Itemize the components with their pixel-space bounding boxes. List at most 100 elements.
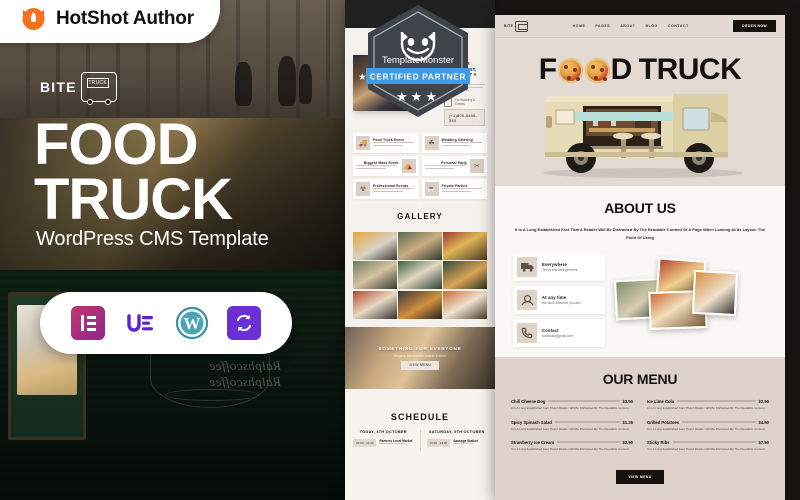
certified-stars: ★★★ (396, 89, 440, 104)
about-card-title: Contact (542, 327, 559, 333)
menu-heading: OUR MENU (602, 371, 678, 388)
menu-column-left: Chili Cheese Dog $3.50 It Is A Long Esta… (511, 399, 633, 461)
gallery-item[interactable] (353, 231, 397, 260)
right-preview-panel[interactable]: BITE HOME PAGES ABOUT BLOG CONTACT ORDER… (495, 15, 785, 500)
promo-title: SOMETHING FOR EVERYONE (378, 345, 462, 351)
about-card-anytime[interactable]: At any time We drive wherever you are! (513, 286, 605, 315)
schedule-day-label: SATURDAY, 5TH OCTOBER (428, 429, 485, 434)
about-photo-collage (613, 253, 767, 331)
serving-icon: ☕ (424, 181, 439, 196)
nav-item-about[interactable]: ABOUT (620, 24, 635, 28)
menu-item[interactable]: Spicy Spinach Salad $1.25 It Is A Long E… (511, 420, 633, 432)
nav-item-home[interactable]: HOME (573, 24, 586, 28)
hero-word-truck: TRUCK (638, 53, 742, 86)
gallery-item[interactable] (398, 231, 442, 260)
site-logo-word: BITE (504, 24, 514, 28)
truck-icon (517, 257, 537, 278)
feature-card[interactable]: ☕ Private Parties (421, 178, 487, 199)
schedule-section: SCHEDULE TODAY, 4TH OCTOBER 09:00 - 11:0… (345, 388, 495, 500)
background-script-text: Ralphscoffee Ralphscoffee (209, 358, 281, 389)
bite-truck-logo: BITE TRUCK (40, 72, 117, 105)
menu-item[interactable]: Strawberry Ice Cream $2.50 It Is A Long … (511, 440, 633, 452)
pedestrian-silhouette (235, 62, 252, 106)
preview-navbar: BITE HOME PAGES ABOUT BLOG CONTACT ORDER… (495, 15, 785, 38)
feature-card[interactable]: 🚚 Food Truck Event (353, 132, 419, 153)
menu-item-price: $4.50 (758, 419, 769, 425)
elementor-icon (71, 306, 105, 340)
hero-word-f: F (538, 53, 557, 86)
menu-item-name: Spicy Spinach Salad (511, 419, 552, 425)
svg-text:W: W (184, 314, 201, 333)
menu-leader-line (557, 441, 620, 443)
menu-leader-line (554, 421, 620, 423)
site-logo[interactable]: BITE (504, 20, 529, 32)
menu-item[interactable]: Chili Cheese Dog $3.50 It Is A Long Esta… (511, 399, 633, 411)
menu-item-price: $2.50 (758, 399, 769, 405)
menu-item-desc: It Is A Long Established Fact That A Rea… (647, 406, 766, 411)
feature-card[interactable]: ✂ Personal Party (421, 155, 487, 176)
schedule-day-column: SATURDAY, 5TH OCTOBER 10:00 - 14:00 Saus… (419, 429, 488, 451)
gallery-item[interactable] (398, 261, 442, 290)
feature-card[interactable]: ☢ Professional Events (353, 178, 419, 199)
menu-leader-line (548, 400, 620, 402)
wedding-cake-icon: ☘ (424, 135, 439, 150)
about-card-title: Everywhere (542, 261, 568, 267)
pizza-icon (557, 57, 583, 83)
menu-item[interactable]: Ice Lime Cola $2.50 It Is A Long Establi… (647, 399, 769, 411)
about-card-everywhere[interactable]: Everywhere Tell us and we'll get there (513, 253, 605, 282)
menu-item-desc: It Is A Long Established Fact That A Rea… (647, 447, 766, 452)
certified-brand-text: TemplateMonster (382, 54, 454, 65)
menu-item-price: $7.50 (758, 440, 769, 446)
bite-logo-truck-label: TRUCK (86, 78, 109, 88)
about-heading: ABOUT US (604, 200, 676, 216)
tent-icon: ⛺ (401, 158, 416, 173)
menu-item[interactable]: Grilled Potatoes $4.50 It Is A Long Esta… (647, 420, 769, 432)
hero-subtitle: WordPress CMS Template (36, 228, 269, 250)
menu-item-name: Grilled Potatoes (647, 419, 680, 425)
gallery-grid (345, 228, 495, 319)
collage-photo (691, 270, 739, 317)
phone-icon (517, 323, 537, 344)
view-menu-button[interactable]: VIEW MENU (616, 470, 664, 485)
schedule-heading: SCHEDULE (390, 411, 450, 422)
menu-leader-line (672, 441, 756, 443)
about-card-contact[interactable]: Contact foodtruck@gmail.com (513, 319, 605, 348)
nav-item-pages[interactable]: PAGES (595, 24, 610, 28)
nav-item-blog[interactable]: BLOG (645, 24, 657, 28)
menu-item-name: Strawberry Ice Cream (511, 440, 555, 446)
hotshot-author-badge: HotShot Author (0, 0, 220, 43)
menu-item-desc: It Is A Long Established Fact That A Rea… (511, 426, 630, 431)
promo-banner: SOMETHING FOR EVERYONE Burgers, sandwich… (345, 326, 495, 389)
certified-partner-badge: TemplateMonster ★ CERTIFIED PARTNER ★ ★★… (358, 5, 476, 117)
menu-column-right: Ice Lime Cola $2.50 It Is A Long Establi… (647, 399, 769, 461)
promo-button[interactable]: VIEW MENU (400, 360, 440, 370)
gallery-item[interactable] (398, 290, 442, 319)
menu-item-desc: It Is A Long Established Fact That A Rea… (511, 447, 630, 452)
about-card-title: At any time (542, 294, 567, 300)
wordpress-icon: W (175, 306, 209, 340)
screenshot-stage: Ralphscoffee Ralphscoffee BITE TRUCK FOOD… (0, 0, 800, 500)
menu-leader-line (682, 421, 756, 423)
sync-refresh-icon (227, 306, 261, 340)
order-now-button[interactable]: ORDER NOW (732, 20, 776, 32)
hotshot-author-label: HotShot Author (56, 7, 194, 29)
about-card-list: Everywhere Tell us and we'll get there A… (513, 253, 605, 348)
left-hero-panel: Ralphscoffee Ralphscoffee BITE TRUCK FOOD… (0, 0, 345, 500)
gallery-item[interactable] (353, 261, 397, 290)
gallery-item[interactable] (443, 231, 487, 260)
gallery-item[interactable] (443, 261, 487, 290)
feature-card[interactable]: ☘ Wedding Catering (421, 132, 487, 153)
menu-item[interactable]: Sticky Ribs $7.50 It Is A Long Establish… (647, 440, 769, 452)
menu-item-price: $3.50 (622, 399, 633, 405)
schedule-day-label: TODAY, 4TH OCTOBER (359, 429, 407, 434)
menu-item-name: Sticky Ribs (647, 440, 670, 446)
feature-card[interactable]: ⛺ Biggest Mass Event (353, 155, 419, 176)
about-card-desc: We drive wherever you are! (542, 301, 581, 306)
gallery-item[interactable] (353, 290, 397, 319)
food-truck-icon: TRUCK (80, 72, 117, 105)
hero-title-line2: TRUCK (34, 166, 233, 232)
gallery-item[interactable] (443, 290, 487, 319)
hero-word-d: D (610, 53, 633, 86)
nav-item-contact[interactable]: CONTACT (668, 24, 689, 28)
about-section: ABOUT US It Is A Long Established Fact T… (495, 186, 785, 358)
